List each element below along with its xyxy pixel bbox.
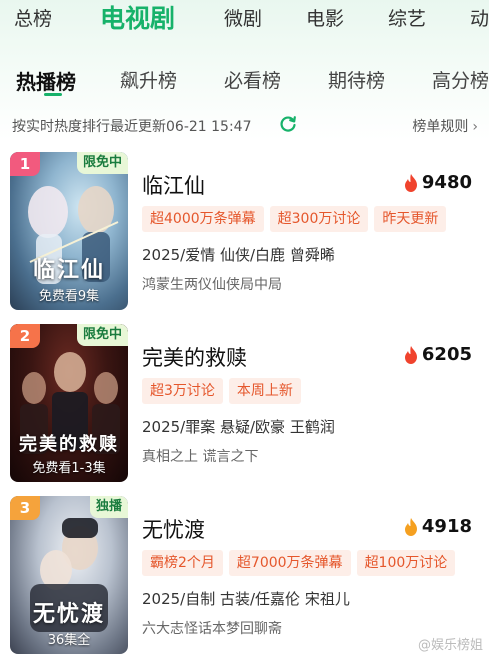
item-meta: 2025/自制 古装/任嘉伦 宋祖儿 xyxy=(142,590,350,608)
status-badge: 限免中 xyxy=(76,152,128,174)
status-badge: 限免中 xyxy=(76,324,128,346)
item-description: 真相之上 谎言之下 xyxy=(142,449,259,465)
refresh-icon[interactable] xyxy=(278,114,298,134)
tag: 超300万讨论 xyxy=(269,206,369,232)
tab-must-watch[interactable]: 必看榜 xyxy=(224,66,281,93)
rank-badge: 3 xyxy=(10,496,40,520)
tag-list: 霸榜2个月 超7000万条弹幕 超100万讨论 xyxy=(142,550,461,576)
item-meta: 2025/罪案 悬疑/欧豪 王鹤润 xyxy=(142,418,335,436)
poster[interactable]: 2 限免中 完美的救赎 免费看1-3集 xyxy=(10,324,128,482)
item-description: 六大志怪话本梦回聊斋 xyxy=(142,621,282,637)
poster-title: 完美的救赎 xyxy=(19,434,119,455)
heat-score: 9480 xyxy=(404,172,472,196)
tag: 本周上新 xyxy=(228,378,301,404)
nav-item-micro-drama[interactable]: 微剧 xyxy=(224,4,262,31)
tag: 超7000万条弹幕 xyxy=(228,550,351,576)
heat-score: 6205 xyxy=(404,344,472,368)
poster[interactable]: 3 独播 无忧渡 36集全 xyxy=(10,496,128,654)
tag: 超4000万条弹幕 xyxy=(142,206,264,232)
item-info: 完美的救赎 6205 超3万讨论 本周上新 2025/罪案 悬疑/欧豪 王鹤润 真… xyxy=(138,324,478,482)
heat-value: 9480 xyxy=(421,172,472,193)
watermark: @娱乐榜姐 xyxy=(417,638,483,653)
heat-value: 6205 xyxy=(421,344,472,365)
item-title[interactable]: 完美的救赎 xyxy=(142,342,247,372)
ranking-item[interactable]: 2 限免中 完美的救赎 免费看1-3集 完美的救赎 6205 超3万讨论 本周上新… xyxy=(10,324,480,484)
update-time-text: 按实时热度排行最近更新06-21 15:47 xyxy=(12,119,252,135)
ranking-tabs: 热播榜 飙升榜 必看榜 期待榜 高分榜 xyxy=(0,62,489,96)
poster[interactable]: 1 限免中 临江仙 免费看9集 xyxy=(10,152,128,310)
item-meta: 2025/爱情 仙侠/白鹿 曾舜晞 xyxy=(142,246,335,264)
active-tab-indicator xyxy=(44,93,62,96)
nav-item-variety[interactable]: 综艺 xyxy=(388,4,426,31)
status-badge: 独播 xyxy=(89,496,128,518)
item-title[interactable]: 无忧渡 xyxy=(142,514,205,544)
ranking-rules-label: 榜单规则 xyxy=(412,119,469,135)
chevron-right-icon: › xyxy=(472,119,478,135)
poster-caption: 免费看9集 xyxy=(38,289,100,304)
flame-icon xyxy=(404,345,417,364)
flame-icon xyxy=(404,517,417,536)
poster-caption: 免费看1-3集 xyxy=(32,461,106,476)
tab-anticipated[interactable]: 期待榜 xyxy=(328,66,385,93)
tag-list: 超4000万条弹幕 超300万讨论 昨天更新 xyxy=(142,206,452,232)
tag: 霸榜2个月 xyxy=(142,550,223,576)
tab-hot[interactable]: 热播榜 xyxy=(16,66,76,95)
nav-item-anime[interactable]: 动 xyxy=(470,4,489,31)
item-description: 鸿蒙生两仪仙侠局中局 xyxy=(142,277,282,293)
nav-item-overall[interactable]: 总榜 xyxy=(14,4,52,31)
nav-item-tv-series[interactable]: 电视剧 xyxy=(100,0,175,35)
nav-item-movie[interactable]: 电影 xyxy=(306,4,344,31)
tag-list: 超3万讨论 本周上新 xyxy=(142,378,307,404)
tab-rising[interactable]: 飙升榜 xyxy=(120,66,177,93)
poster-title: 临江仙 xyxy=(32,257,105,283)
rank-badge: 2 xyxy=(10,324,40,348)
item-info: 临江仙 9480 超4000万条弹幕 超300万讨论 昨天更新 2025/爱情 仙侠… xyxy=(138,152,478,310)
tag: 昨天更新 xyxy=(374,206,447,232)
poster-title: 无忧渡 xyxy=(32,601,105,627)
ranking-item[interactable]: 3 独播 无忧渡 36集全 无忧渡 4918 霸榜2个月 超7000万条弹幕 超10… xyxy=(10,496,480,656)
tag: 超3万讨论 xyxy=(142,378,223,404)
update-row: 按实时热度排行最近更新06-21 15:47 榜单规则 › xyxy=(12,114,478,136)
ranking-rules-link[interactable]: 榜单规则 › xyxy=(412,116,478,136)
item-title[interactable]: 临江仙 xyxy=(142,170,205,200)
heat-value: 4918 xyxy=(421,516,472,537)
heat-score: 4918 xyxy=(404,516,472,540)
category-nav: 总榜 电视剧 微剧 电影 综艺 动 xyxy=(0,0,489,38)
poster-caption: 36集全 xyxy=(47,633,91,648)
ranking-item[interactable]: 1 限免中 临江仙 免费看9集 临江仙 9480 超4000万条弹幕 超300万讨… xyxy=(10,152,480,312)
flame-icon xyxy=(404,173,417,192)
tag: 超100万讨论 xyxy=(356,550,456,576)
rank-badge: 1 xyxy=(10,152,40,176)
item-info: 无忧渡 4918 霸榜2个月 超7000万条弹幕 超100万讨论 2025/自制 古… xyxy=(138,496,478,654)
tab-high-score[interactable]: 高分榜 xyxy=(432,66,489,93)
